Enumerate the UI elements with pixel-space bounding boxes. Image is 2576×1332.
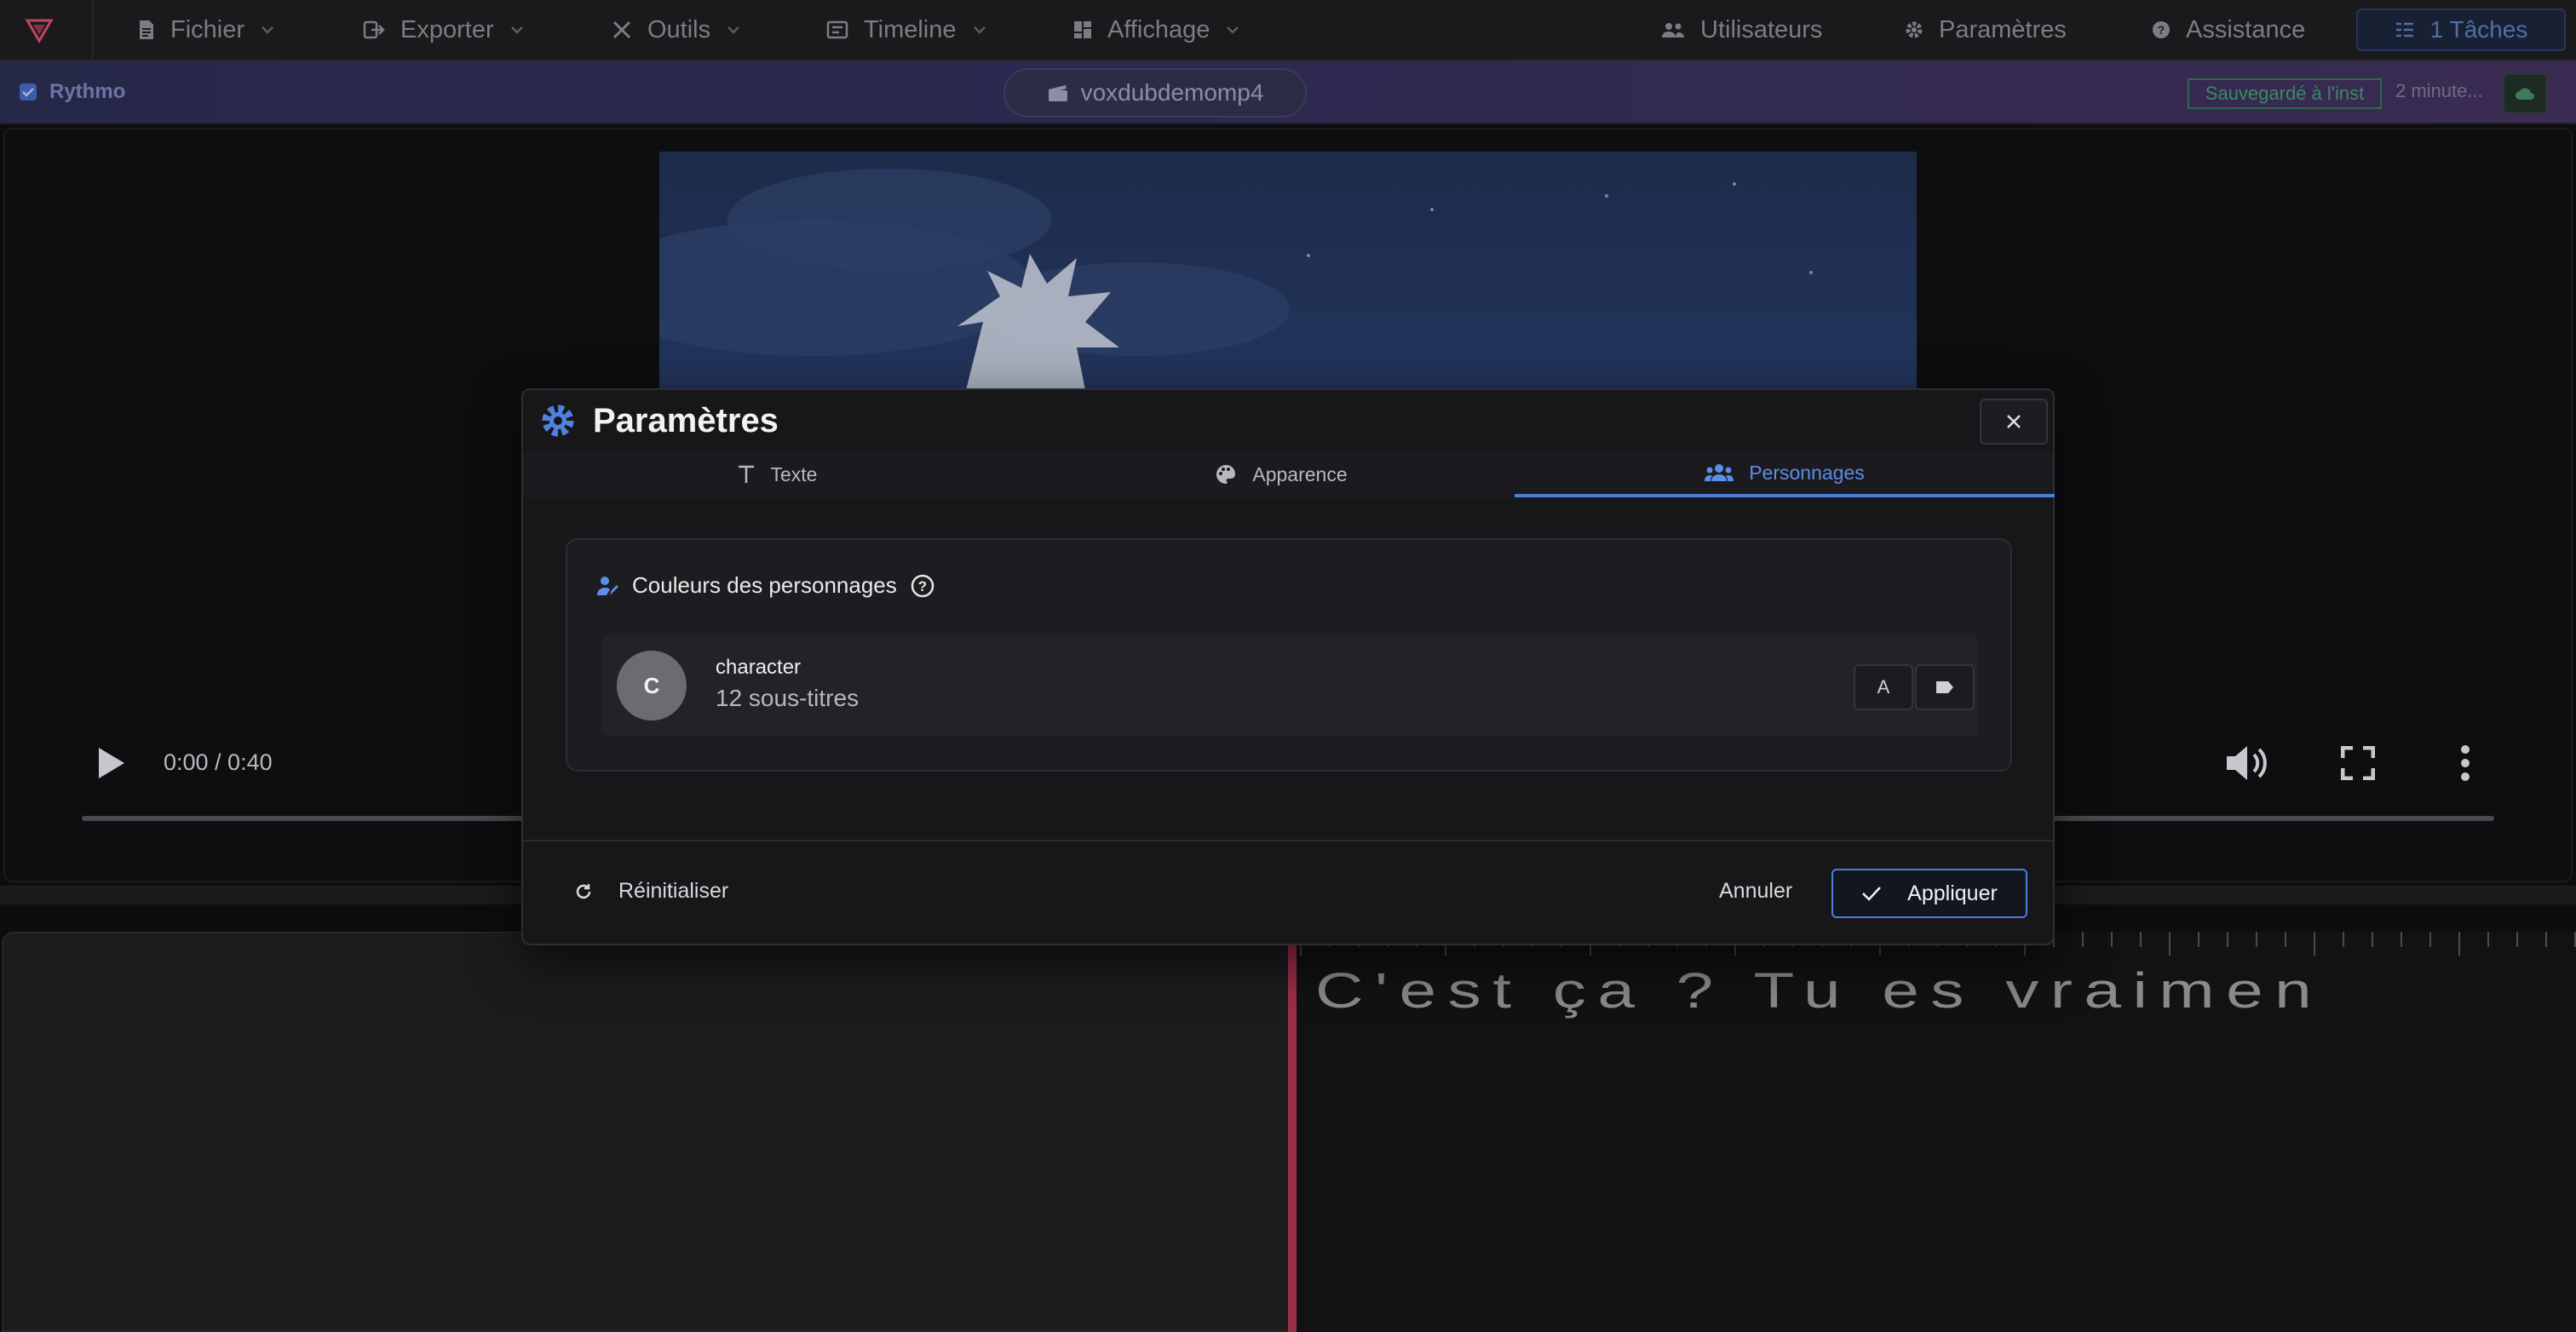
ruler-tick — [2285, 932, 2286, 947]
timeline-track-list — [2, 932, 1291, 1332]
fullscreen-icon[interactable] — [2341, 746, 2375, 780]
volume-icon[interactable] — [2223, 743, 2271, 784]
ruler-tick — [2140, 932, 2142, 947]
video-time: 0:00 / 0:40 — [164, 749, 273, 775]
avatar: C — [617, 651, 687, 721]
gear-icon — [542, 405, 574, 437]
tab-apparence-label: Apparence — [1252, 462, 1348, 485]
tab-apparence[interactable]: Apparence — [1031, 451, 1532, 497]
apply-label: Appliquer — [1907, 881, 1998, 905]
text-color-button[interactable]: A — [1854, 664, 1913, 710]
ruler-tick — [2487, 932, 2489, 947]
person-edit-icon — [597, 576, 618, 595]
play-icon[interactable] — [95, 746, 126, 780]
ruler-tick — [2429, 932, 2431, 947]
reset-label: Réinitialiser — [618, 879, 729, 903]
tag-icon — [1936, 681, 1953, 693]
more-options-icon[interactable] — [2460, 744, 2470, 782]
ruler-tick — [2227, 932, 2228, 947]
ruler-tick — [2343, 932, 2344, 947]
tab-personnages[interactable]: Personnages — [1515, 451, 2055, 497]
text-icon — [738, 465, 754, 483]
tag-color-button[interactable] — [1915, 664, 1975, 710]
footer-divider — [523, 840, 2053, 841]
tab-texte-label: Texte — [770, 462, 818, 485]
ruler-tick — [2111, 932, 2113, 947]
settings-tabs: Texte Apparence Personnages — [523, 451, 2055, 497]
ruler-tick — [2516, 932, 2518, 947]
close-button[interactable] — [1980, 399, 2048, 445]
dialog-header: Paramètres — [523, 390, 2053, 451]
refresh-icon — [576, 883, 591, 899]
ruler-tick — [2256, 932, 2257, 947]
character-colors-heading: Couleurs des personnages ? — [596, 572, 934, 599]
section-title: Couleurs des personnages — [632, 572, 897, 598]
palette-icon — [1216, 465, 1236, 484]
timeline-playhead[interactable] — [1288, 940, 1297, 1332]
apply-button[interactable]: Appliquer — [1831, 869, 2027, 918]
close-icon — [2007, 415, 2021, 428]
ruler-tick — [2545, 932, 2547, 947]
character-colors-card: Couleurs des personnages ? C character 1… — [566, 538, 2012, 772]
check-icon — [1862, 887, 1882, 901]
tab-personnages-label: Personnages — [1749, 461, 1865, 484]
ruler-tick — [2314, 932, 2315, 956]
dialog-title: Paramètres — [593, 401, 779, 439]
cancel-button[interactable]: Annuler — [1719, 879, 1792, 904]
svg-text:?: ? — [918, 578, 927, 594]
ruler-tick — [2458, 932, 2460, 956]
settings-dialog: Paramètres Texte Apparence Personnages C… — [521, 388, 2055, 945]
subtitle-count: 12 sous-titres — [716, 685, 860, 711]
character-name: character — [716, 656, 802, 679]
ruler-tick — [2198, 932, 2199, 947]
help-circle-icon[interactable]: ? — [911, 574, 934, 598]
ruler-tick — [2169, 932, 2171, 956]
ruler-tick — [2082, 932, 2084, 947]
rythmo-text: C'est ça ? Tu es vraimen — [1315, 963, 2324, 1019]
tab-texte[interactable]: Texte — [523, 451, 1031, 497]
ruler-tick — [2401, 932, 2402, 947]
reset-button[interactable]: Réinitialiser — [574, 879, 728, 904]
ruler-tick — [2372, 932, 2373, 947]
list-item: C character 12 sous-titres A — [601, 635, 1978, 736]
people-icon — [1705, 464, 1734, 481]
